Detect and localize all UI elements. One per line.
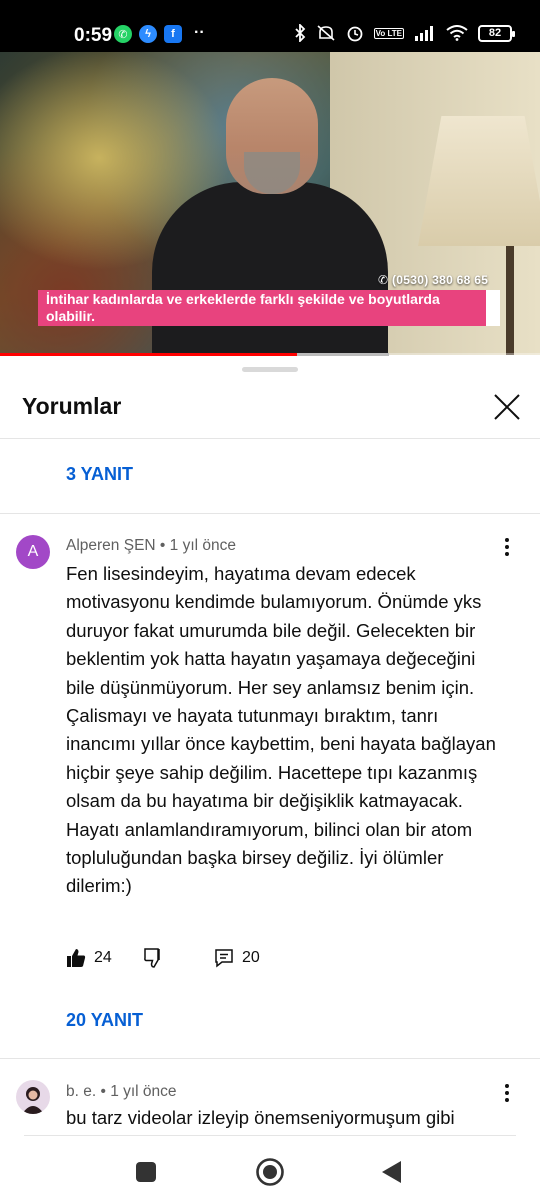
bluetooth-icon [294, 24, 305, 42]
battery-icon: 82 [478, 24, 515, 42]
avatar[interactable]: A [16, 535, 50, 569]
video-player[interactable]: ✆ (0530) 380 68 65 İntihar kadınlarda ve… [0, 52, 540, 355]
comments-title: Yorumlar [22, 393, 122, 419]
phone-icon: ✆ [378, 273, 392, 287]
reply-count: 20 [242, 949, 260, 966]
video-caption: İntihar kadınlarda ve erkeklerde farklı … [38, 290, 500, 326]
view-replies-button[interactable]: 20 YANIT [66, 1010, 143, 1031]
avatar[interactable] [16, 1080, 50, 1114]
comment-divider [0, 1058, 540, 1059]
comments-sheet: Yorumlar 3 YANIT A Alperen ŞEN • 1 yıl ö… [0, 356, 540, 1144]
home-button[interactable] [252, 1154, 288, 1190]
status-time: 0:59 [74, 25, 113, 46]
volte-icon: Vo LTE [373, 27, 404, 39]
header-divider [0, 438, 540, 439]
status-icons: Vo LTE 82 [294, 24, 515, 42]
back-icon [382, 1161, 401, 1183]
speaker-body [152, 182, 388, 355]
comment-text: bu tarz videolar izleyip önemseniyormuşu… [66, 1107, 455, 1128]
lamp-shade [418, 116, 540, 246]
home-icon [256, 1158, 284, 1186]
back-button[interactable] [374, 1154, 410, 1190]
phone-number-overlay: ✆ (0530) 380 68 65 [378, 273, 488, 287]
wifi-icon [446, 25, 468, 41]
drag-handle[interactable] [242, 367, 298, 372]
thumbs-down-icon [144, 948, 160, 968]
whatsapp-icon: ✆ [114, 25, 132, 43]
alarm-icon [347, 26, 363, 42]
recents-icon [136, 1162, 156, 1182]
status-bar: 0:59 ✆ ϟ f ·· Vo LTE 82 [0, 0, 540, 52]
navigation-bar [0, 1144, 540, 1200]
signal-icon [415, 26, 433, 41]
view-replies-button[interactable]: 3 YANIT [66, 464, 133, 485]
comment-divider [24, 1135, 516, 1136]
comment-text: Fen lisesindeyim, hayatıma devam edecek … [66, 563, 496, 897]
comment-author[interactable]: b. e. • 1 yıl önce [66, 1083, 177, 1101]
facebook-icon: f [164, 25, 182, 43]
comment-author[interactable]: Alperen ŞEN • 1 yıl önce [66, 537, 236, 555]
comment-actions: 24 20 [66, 948, 366, 972]
recents-button[interactable] [128, 1154, 164, 1190]
dislike-button[interactable] [144, 948, 164, 968]
phone-number: (0530) 380 68 65 [392, 273, 489, 287]
reply-button[interactable]: 20 [214, 948, 260, 968]
messenger-icon: ϟ [139, 25, 157, 43]
lamp-pole [506, 246, 514, 355]
like-count: 24 [94, 949, 112, 966]
thumbs-up-icon [67, 949, 86, 967]
close-button[interactable] [490, 390, 524, 424]
close-icon [494, 394, 520, 420]
more-notifications-icon: ·· [194, 24, 205, 41]
comment-menu-button[interactable] [497, 1081, 517, 1105]
comment-menu-button[interactable] [497, 535, 517, 559]
mute-icon [317, 25, 335, 41]
comment-divider [0, 513, 540, 514]
reply-icon [215, 949, 233, 968]
like-button[interactable]: 24 [66, 948, 112, 968]
